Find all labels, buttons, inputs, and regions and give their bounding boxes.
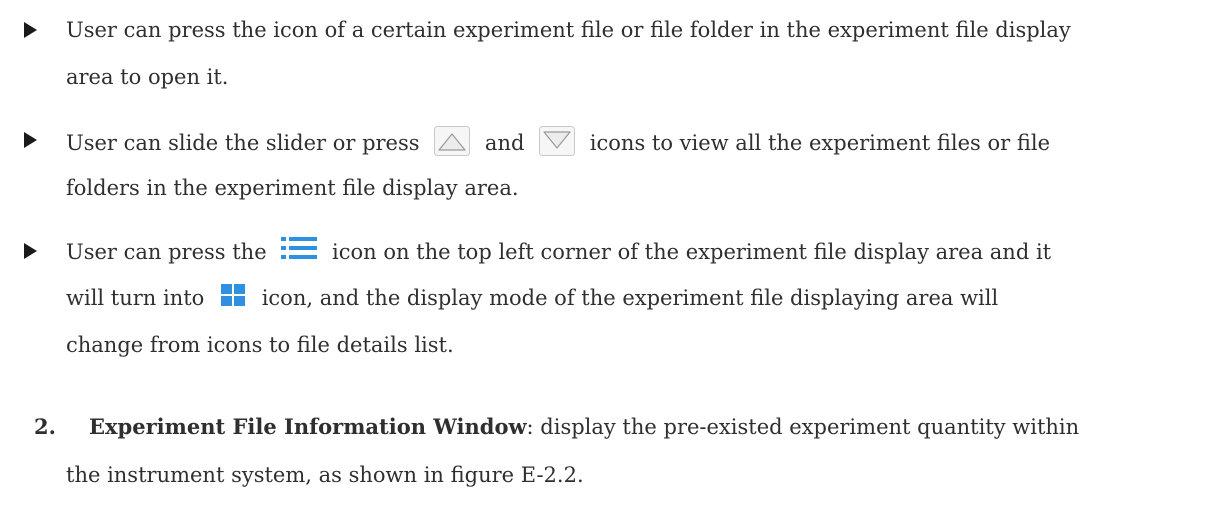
bullet-marker — [24, 22, 37, 38]
paragraph-line: User can press the icon on the top left … — [66, 237, 1051, 266]
paragraph-line: change from icons to file details list. — [66, 331, 454, 359]
section-text-line-2: the instrument system, as shown in figur… — [66, 463, 584, 487]
bullet-2-line-2: folders in the experiment file display a… — [66, 176, 519, 200]
bullet-2-text-b: and — [484, 131, 525, 155]
bullet-3-text-c: will turn into — [66, 286, 205, 310]
grid-view-icon — [221, 284, 246, 306]
bullet-2-text-a: User can slide the slider or press — [66, 131, 420, 155]
triangle-up-icon — [434, 126, 471, 156]
bullet-1-line-2: area to open it. — [66, 65, 229, 89]
bullet-marker — [24, 243, 37, 259]
section-number: 2. — [34, 414, 56, 439]
section-title: Experiment File Information Window — [89, 414, 527, 439]
paragraph-line: User can press the icon of a certain exp… — [66, 16, 1071, 44]
paragraph-line: User can slide the slider or press and i… — [66, 126, 1050, 157]
paragraph-line: will turn into icon, and the display mod… — [66, 284, 998, 312]
paragraph-line: folders in the experiment file display a… — [66, 174, 519, 202]
bullet-marker — [24, 132, 37, 148]
paragraph-line: the instrument system, as shown in figur… — [66, 461, 584, 489]
bullet-1-line-1: User can press the icon of a certain exp… — [66, 18, 1071, 42]
bullet-3-text-b: icon on the top left corner of the exper… — [332, 240, 1052, 264]
bullet-3-line-3: change from icons to file details list. — [66, 333, 454, 357]
bullet-2-text-c: icons to view all the experiment files o… — [589, 131, 1050, 155]
bullet-3-text-d: icon, and the display mode of the experi… — [261, 286, 999, 310]
paragraph-line: area to open it. — [66, 63, 228, 91]
triangle-down-icon — [539, 126, 576, 156]
list-view-icon — [281, 237, 318, 259]
paragraph-line: Experiment File Information Window: disp… — [89, 413, 1079, 441]
section-text-line-1: : display the pre-existed experiment qua… — [526, 415, 1080, 439]
bullet-3-text-a: User can press the — [66, 240, 267, 264]
